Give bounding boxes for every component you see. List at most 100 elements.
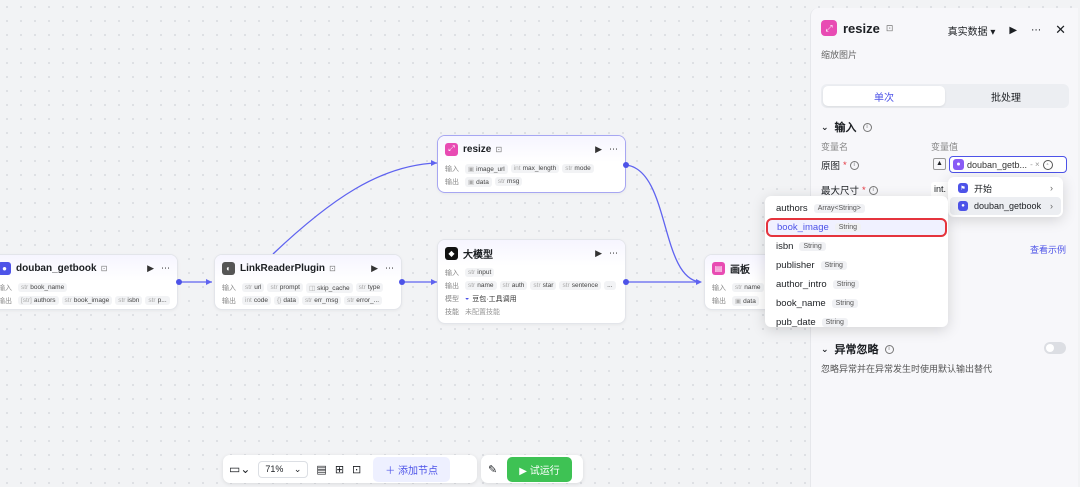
plugin-badge-icon: ⊡ — [885, 22, 894, 33]
var1-value-input[interactable]: ● douban_getb... - × ◦ — [949, 156, 1067, 173]
node-linkreader[interactable]: ◐ LinkReaderPlugin ⊡ ▶ ⋯ 输入 str url str pro… — [214, 254, 402, 310]
canvas-toolbar: ▭⌄ 71% ⌄ ▤ ⊞ ⊡ ＋ 添加节点 — [223, 455, 477, 483]
param-tag: str sentence — [559, 281, 602, 290]
play-icon[interactable]: ▶ — [595, 144, 602, 155]
plugin-badge-icon: ⊡ — [329, 263, 336, 273]
node-douban-getbook[interactable]: ● douban_getbook ⊡ ▶⋯ 输入 strbook_name 输出… — [0, 254, 178, 310]
param-tag: ▣ data — [465, 176, 492, 187]
input-section-header[interactable]: ⌄ 输入 i — [821, 119, 872, 135]
node-option-douban[interactable]: ● douban_getbook › — [950, 197, 1061, 215]
node-title: resize — [463, 143, 492, 155]
minimap-icon[interactable]: ▭⌄ — [229, 462, 250, 476]
chevron-down-icon: ⌄ — [821, 343, 829, 354]
node-title: 大模型 — [463, 249, 493, 261]
field-option[interactable]: publisher String — [768, 256, 945, 275]
panel-subtitle: 缩放图片 — [821, 50, 858, 60]
field-option[interactable]: authors Array<String> — [768, 199, 945, 218]
node-resize[interactable]: ⤢ resize ⊡ ▶ ⋯ 输入 ▣ image_url int max_lengt… — [437, 135, 626, 193]
add-node-button[interactable]: ＋ 添加节点 — [373, 456, 451, 482]
exception-toggle[interactable] — [1044, 342, 1066, 354]
field-option-selected[interactable]: book_image String — [766, 218, 947, 237]
param-tag: ▣ data — [732, 295, 759, 306]
more-icon[interactable]: ⋯ — [609, 248, 618, 259]
model-icon: ◆ — [445, 246, 458, 260]
layout-icon[interactable]: ⊞ — [335, 463, 344, 476]
info-icon: i — [849, 160, 859, 170]
plugin-icon: ● — [958, 201, 968, 211]
param-tag: ▣ image_url — [465, 163, 508, 174]
output-port[interactable] — [623, 162, 629, 168]
zoom-select[interactable]: 71% ⌄ — [258, 460, 309, 478]
data-mode-select[interactable]: 真实数据 ▾ — [948, 23, 996, 38]
param-tag: str mode — [562, 164, 594, 173]
param-tag: str star — [530, 281, 557, 290]
node-llm[interactable]: ◆ 大模型 ▶ ⋯ 输入 str input 输出 str name str auth … — [437, 239, 626, 324]
debug-icon[interactable]: ✎ — [484, 463, 501, 476]
model-value: 豆包·工具调用 — [472, 295, 517, 303]
expand-icon: ⤢ — [821, 20, 837, 36]
interaction-icon[interactable]: ⊡ — [352, 463, 361, 476]
model-logo-icon: ◒ — [465, 295, 470, 302]
more-icon[interactable]: ⋯ — [609, 144, 618, 155]
play-icon[interactable]: ▶ — [371, 263, 378, 274]
param-tag: str isbn — [115, 296, 143, 305]
node-option-start[interactable]: ⚑ 开始 › — [950, 179, 1061, 197]
info-icon: i — [862, 122, 872, 132]
node-title: LinkReaderPlugin — [240, 262, 326, 274]
tab-batch[interactable]: 批处理 — [945, 86, 1067, 106]
column-header-name: 变量名 — [821, 142, 849, 152]
image-icon: ▲ — [933, 158, 946, 170]
chevron-down-icon: ⌄ — [293, 463, 302, 474]
run-toolbar: ✎ ▶ 试运行 — [481, 455, 583, 483]
param-tag: {} data — [273, 296, 299, 305]
view-example-link[interactable]: 查看示例 — [1030, 243, 1066, 256]
clear-icon: - × — [1030, 160, 1040, 169]
canvas-icon: ▤ — [712, 261, 725, 275]
output-port[interactable] — [623, 279, 629, 285]
param-tag: int max_length — [510, 164, 560, 173]
param-tag: str err_msg — [301, 296, 342, 305]
more-icon[interactable]: ⋯ — [161, 263, 170, 274]
field-option[interactable]: book_name String — [768, 294, 945, 313]
output-port[interactable] — [399, 279, 405, 285]
start-icon: ⚑ — [958, 183, 968, 193]
exception-section-header: ⌄ 异常忽略 i — [821, 341, 894, 357]
node-title: 画板 — [730, 264, 750, 276]
chevron-down-icon: ▾ — [990, 26, 996, 38]
param-tag: str name — [732, 283, 764, 292]
plugin-icon: ● — [0, 261, 11, 275]
param-tag: str url — [242, 283, 265, 292]
edge-linkreader-resize — [272, 162, 438, 255]
close-icon[interactable]: ✕ — [1055, 22, 1066, 38]
column-header-value: 变量值 — [931, 142, 959, 152]
more-icon[interactable]: ⋯ — [385, 263, 394, 274]
plugin-badge-icon: ⊡ — [495, 144, 503, 154]
param-tag: str name — [465, 281, 497, 290]
tab-single[interactable]: 单次 — [823, 86, 945, 106]
param-tag: str msg — [494, 177, 523, 186]
output-port[interactable] — [176, 279, 182, 285]
param-tag: ◫ skip_cache — [305, 282, 353, 293]
info-icon: i — [884, 344, 894, 354]
param-tag: str p... — [145, 296, 170, 305]
param-tag: str book_image — [61, 296, 113, 305]
plugin-icon: ◐ — [222, 261, 235, 275]
edge-resize-canvas — [625, 164, 701, 283]
play-icon[interactable]: ▶ — [595, 248, 602, 259]
field-option[interactable]: author_intro String — [768, 275, 945, 294]
chevron-right-icon: › — [1050, 183, 1053, 193]
param-tag: ... — [604, 281, 616, 290]
param-tag: str error_... — [344, 296, 383, 305]
param-tag: int code — [242, 296, 271, 305]
skill-value: 未配置技能 — [465, 308, 500, 316]
more-icon[interactable]: ⋯ — [1031, 25, 1041, 36]
test-run-button[interactable]: ▶ 试运行 — [507, 456, 572, 482]
param-tag: str book_name — [18, 283, 68, 292]
plus-icon: ＋ — [385, 465, 396, 477]
field-option[interactable]: pub_date String — [768, 313, 945, 327]
plugin-badge-icon: ⊡ — [100, 263, 108, 273]
comment-icon[interactable]: ▤ — [316, 463, 326, 476]
field-option[interactable]: isbn String — [768, 237, 945, 256]
play-icon[interactable]: ▶ — [1009, 25, 1017, 36]
play-icon[interactable]: ▶ — [147, 263, 154, 274]
